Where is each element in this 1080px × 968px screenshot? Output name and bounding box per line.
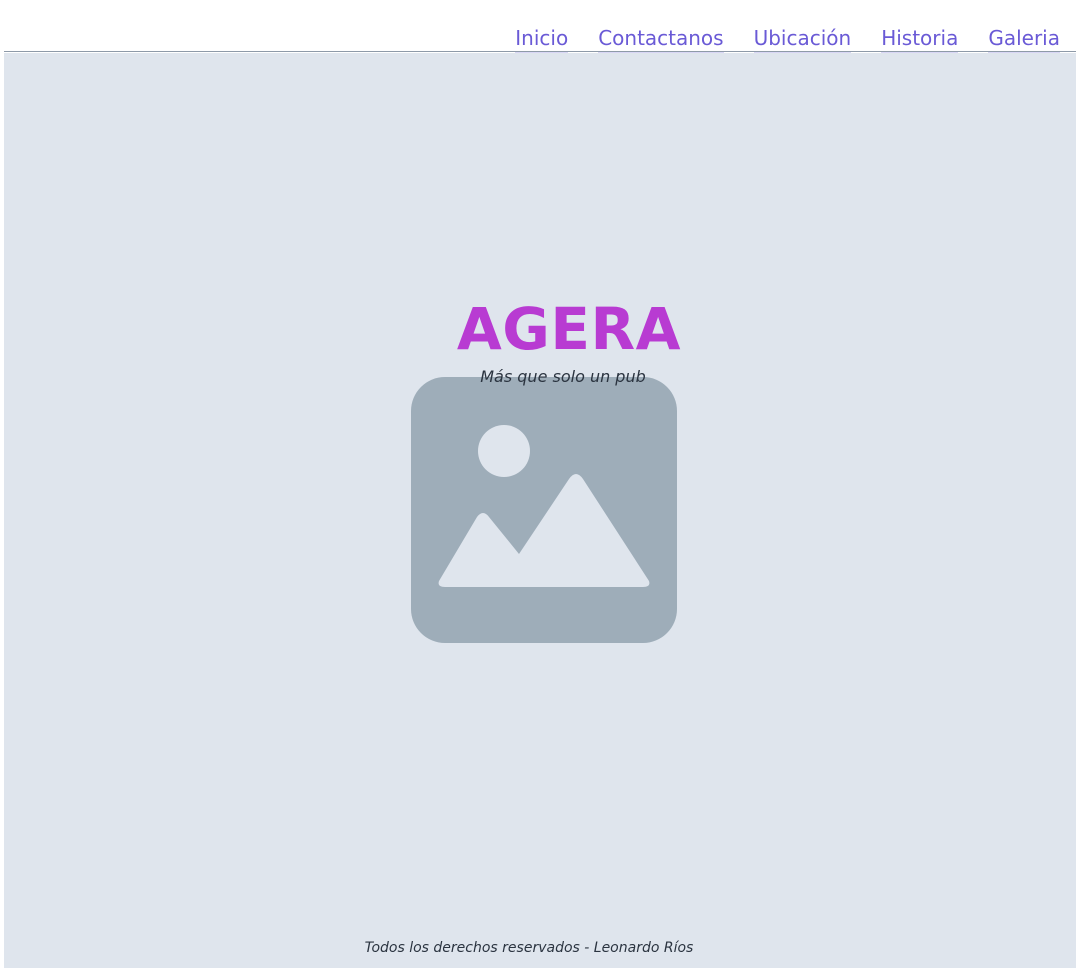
nav-link-inicio[interactable]: Inicio <box>515 24 569 54</box>
top-navbar: Inicio Contactanos Ubicación Historia Ga… <box>4 0 1076 54</box>
footer-text: Todos los derechos reservados - Leonardo… <box>364 940 694 956</box>
page-title: AGERA <box>456 295 682 363</box>
image-placeholder-icon <box>411 377 677 643</box>
main-nav: Inicio Contactanos Ubicación Historia Ga… <box>485 24 1060 54</box>
nav-link-historia[interactable]: Historia <box>881 24 959 54</box>
nav-link-contactanos[interactable]: Contactanos <box>598 24 724 54</box>
hero-section: AGERA Más que solo un pub Todos los dere… <box>4 53 1076 968</box>
nav-link-galeria[interactable]: Galeria <box>988 24 1060 54</box>
nav-link-ubicacion[interactable]: Ubicación <box>753 24 852 54</box>
page-subtitle: Más que solo un pub <box>480 367 646 386</box>
page: Inicio Contactanos Ubicación Historia Ga… <box>0 0 1080 968</box>
